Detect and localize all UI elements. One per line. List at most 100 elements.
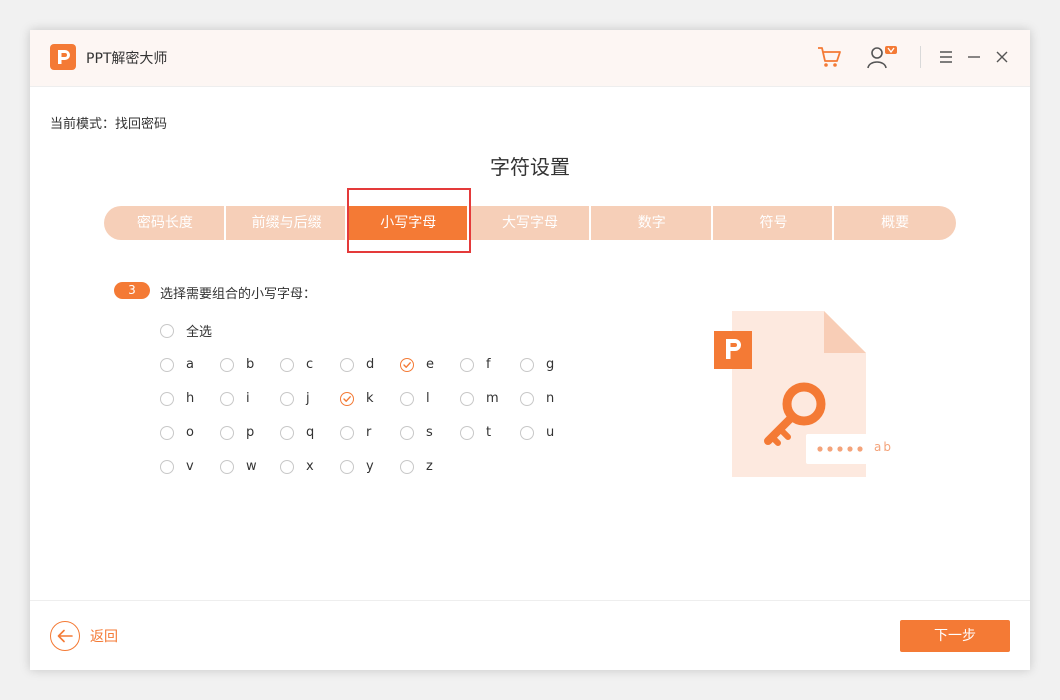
arrow-left-icon[interactable]	[50, 621, 80, 651]
letter-option-b[interactable]: b	[220, 357, 254, 372]
letter-option-y[interactable]: y	[340, 459, 374, 474]
menu-icon[interactable]	[938, 49, 954, 69]
app-title: PPT解密大师	[86, 51, 168, 67]
tab-prefix-suffix[interactable]: 前缀与后缀	[226, 206, 348, 240]
tab-symbols[interactable]: 符号	[713, 206, 835, 240]
letter-radio-q[interactable]	[280, 425, 294, 440]
tab-password-length[interactable]: 密码长度	[104, 206, 226, 240]
letter-radio-a[interactable]	[160, 357, 174, 372]
letter-radio-r[interactable]	[340, 425, 354, 440]
letter-radio-l[interactable]	[400, 391, 414, 406]
letter-option-i[interactable]: i	[220, 391, 250, 406]
letter-option-f[interactable]: f	[460, 357, 491, 372]
tab-summary[interactable]: 概要	[834, 206, 956, 240]
letter-radio-b[interactable]	[220, 357, 234, 372]
letter-radio-p[interactable]	[220, 425, 234, 440]
letter-radio-n[interactable]	[520, 391, 534, 406]
letter-label: t	[486, 425, 492, 440]
letter-radio-v[interactable]	[160, 459, 174, 474]
back-button[interactable]: 返回	[50, 621, 118, 651]
letter-option-g[interactable]: g	[520, 357, 554, 372]
letter-option-w[interactable]: w	[220, 459, 257, 474]
select-all-option[interactable]: 全选	[160, 321, 212, 340]
letter-option-a[interactable]: a	[160, 357, 194, 372]
minimize-icon[interactable]	[966, 49, 982, 69]
select-all-radio[interactable]	[160, 323, 174, 338]
letter-radio-i[interactable]	[220, 391, 234, 406]
letter-radio-d[interactable]	[340, 357, 354, 372]
app-logo-icon	[50, 44, 76, 70]
letter-radio-u[interactable]	[520, 425, 534, 440]
letter-option-k[interactable]: k	[340, 391, 374, 406]
letter-radio-j[interactable]	[280, 391, 294, 406]
letter-label: z	[426, 459, 433, 474]
close-icon[interactable]	[994, 49, 1010, 69]
letter-option-x[interactable]: x	[280, 459, 314, 474]
letter-radio-s[interactable]	[400, 425, 414, 440]
letter-label: p	[246, 425, 255, 440]
letter-label: k	[366, 391, 374, 406]
letter-label: e	[426, 357, 434, 372]
letter-option-u[interactable]: u	[520, 425, 554, 440]
illustration-password-text: ab	[874, 440, 893, 454]
select-all-label: 全选	[186, 325, 213, 340]
letter-label: n	[546, 391, 555, 406]
letter-option-m[interactable]: m	[460, 391, 499, 406]
letter-radio-f[interactable]	[460, 357, 474, 372]
back-label: 返回	[90, 629, 118, 645]
letter-label: h	[186, 391, 195, 406]
letter-option-n[interactable]: n	[520, 391, 554, 406]
letter-label: o	[186, 425, 194, 440]
letter-radio-w[interactable]	[220, 459, 234, 474]
letter-option-r[interactable]: r	[340, 425, 371, 440]
letter-option-j[interactable]: j	[280, 391, 310, 406]
app-window: PPT解密大师 当前模式：找回密码 字符设置 密码长度 前缀与后缀 小写字母 大…	[30, 30, 1030, 670]
active-tab-highlight-box	[347, 188, 471, 253]
instruction-text: 选择需要组合的小写字母：	[160, 287, 317, 302]
letter-option-p[interactable]: p	[220, 425, 254, 440]
letter-radio-c[interactable]	[280, 357, 294, 372]
letter-option-c[interactable]: c	[280, 357, 313, 372]
letter-radio-t[interactable]	[460, 425, 474, 440]
letter-option-z[interactable]: z	[400, 459, 433, 474]
letter-radio-o[interactable]	[160, 425, 174, 440]
letter-label: b	[246, 357, 255, 372]
letter-label: m	[486, 391, 499, 406]
letter-radio-z[interactable]	[400, 459, 414, 474]
letter-radio-x[interactable]	[280, 459, 294, 474]
tab-digits[interactable]: 数字	[591, 206, 713, 240]
letter-label: q	[306, 425, 315, 440]
letter-option-v[interactable]: v	[160, 459, 194, 474]
letter-option-l[interactable]: l	[400, 391, 430, 406]
letter-label: s	[426, 425, 433, 440]
letter-radio-k[interactable]	[340, 391, 354, 406]
letter-label: l	[426, 391, 430, 406]
letter-radio-m[interactable]	[460, 391, 474, 406]
letter-option-d[interactable]: d	[340, 357, 374, 372]
titlebar-separator	[920, 46, 921, 68]
letter-label: x	[306, 459, 314, 474]
step-number-badge: 3	[114, 282, 150, 299]
letter-option-e[interactable]: e	[400, 357, 434, 372]
letter-label: w	[246, 459, 257, 474]
user-vip-icon[interactable]	[866, 44, 900, 76]
tab-uppercase[interactable]: 大写字母	[469, 206, 591, 240]
cart-icon[interactable]	[816, 44, 842, 74]
letter-label: y	[366, 459, 374, 474]
letter-radio-g[interactable]	[520, 357, 534, 372]
next-button[interactable]: 下一步	[900, 620, 1010, 652]
letter-label: g	[546, 357, 555, 372]
letter-label: c	[306, 357, 314, 372]
letter-option-s[interactable]: s	[400, 425, 433, 440]
letter-option-q[interactable]: q	[280, 425, 314, 440]
section-title: 字符设置	[490, 155, 570, 179]
letter-radio-e[interactable]	[400, 357, 414, 372]
letter-option-o[interactable]: o	[160, 425, 194, 440]
letter-radio-y[interactable]	[340, 459, 354, 474]
letter-radio-h[interactable]	[160, 391, 174, 406]
letter-label: d	[366, 357, 375, 372]
letter-label: u	[546, 425, 555, 440]
letter-option-t[interactable]: t	[460, 425, 491, 440]
letter-option-h[interactable]: h	[160, 391, 194, 406]
letter-label: j	[306, 391, 310, 406]
